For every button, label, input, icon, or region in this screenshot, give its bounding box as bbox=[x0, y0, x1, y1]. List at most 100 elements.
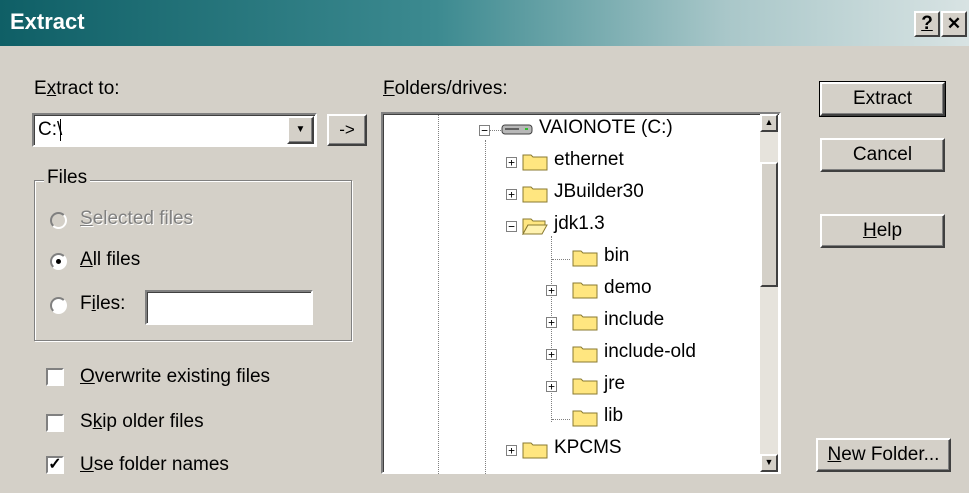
expand-icon[interactable]: + bbox=[546, 349, 557, 360]
label-mnemonic: k bbox=[92, 411, 103, 432]
label-part: se folder names bbox=[93, 454, 229, 475]
folder-icon bbox=[522, 442, 548, 459]
radio-dot bbox=[56, 259, 61, 264]
extract-button[interactable]: Extract bbox=[819, 81, 946, 117]
close-button[interactable]: ✕ bbox=[941, 11, 967, 37]
label-part: les: bbox=[95, 293, 126, 314]
tree-line bbox=[438, 112, 439, 474]
use-folder-names-checkbox[interactable]: ✓ bbox=[46, 456, 64, 474]
label-part: verwrite existing files bbox=[94, 366, 271, 387]
label-part: ew Folder... bbox=[841, 444, 940, 465]
selected-files-label[interactable]: Selected files bbox=[80, 208, 193, 230]
skip-older-label[interactable]: Skip older files bbox=[80, 411, 204, 433]
folder-tree-content: − VAIONOTE (C:) + ethernet + JBuilder30 … bbox=[383, 112, 783, 474]
expand-icon[interactable]: + bbox=[546, 381, 557, 392]
tree-node-label: JBuilder30 bbox=[554, 181, 644, 202]
label-mnemonic: O bbox=[80, 366, 95, 387]
folder-icon bbox=[572, 250, 598, 267]
folder-icon bbox=[572, 346, 598, 363]
chevron-down-icon: ▼ bbox=[295, 124, 306, 135]
label-mnemonic: F bbox=[383, 78, 395, 99]
all-files-label[interactable]: All files bbox=[80, 249, 140, 271]
help-button[interactable]: Help bbox=[820, 214, 945, 248]
arrow-go-button[interactable]: -> bbox=[327, 114, 367, 146]
folder-icon bbox=[572, 410, 598, 427]
label-mnemonic: x bbox=[46, 78, 57, 99]
cancel-button-label: Cancel bbox=[852, 144, 913, 165]
label-mnemonic: U bbox=[80, 454, 94, 475]
scroll-thumb[interactable] bbox=[760, 162, 778, 287]
drive-icon bbox=[501, 124, 533, 135]
arrow-up-icon: ▲ bbox=[764, 117, 774, 127]
folders-drives-label: Folders/drives: bbox=[383, 78, 508, 100]
arrow-down-icon: ▼ bbox=[764, 457, 774, 467]
expand-icon[interactable]: + bbox=[546, 317, 557, 328]
tree-line bbox=[552, 259, 570, 260]
all-files-radio[interactable] bbox=[50, 253, 67, 270]
window-title: Extract bbox=[10, 9, 85, 34]
label-part: F bbox=[80, 293, 92, 314]
extract-to-combobox[interactable]: C:\ ▼ bbox=[32, 113, 317, 147]
label-part: E bbox=[34, 78, 47, 99]
use-folder-names-label[interactable]: Use folder names bbox=[80, 454, 229, 476]
extract-button-label: Extract bbox=[852, 88, 913, 109]
tree-line bbox=[485, 140, 486, 474]
text-caret bbox=[60, 119, 61, 141]
files-group-title: Files bbox=[44, 167, 91, 189]
arrow-go-label: -> bbox=[339, 120, 355, 139]
files-pattern-label[interactable]: Files: bbox=[80, 293, 125, 315]
dropdown-button[interactable]: ▼ bbox=[287, 116, 314, 144]
scroll-up-button[interactable]: ▲ bbox=[760, 114, 778, 132]
tree-node-label: include bbox=[604, 309, 665, 330]
tree-node-label: include-old bbox=[604, 341, 696, 362]
question-icon: ? bbox=[921, 13, 933, 34]
tree-node-label: demo bbox=[604, 277, 652, 298]
expand-icon[interactable]: + bbox=[506, 189, 517, 200]
label-part: ip older files bbox=[102, 411, 204, 432]
extract-to-label: Extract to: bbox=[34, 78, 120, 100]
tree-line bbox=[552, 419, 570, 420]
label-part: olders/drives: bbox=[394, 78, 508, 99]
folder-icon bbox=[572, 378, 598, 395]
expand-icon[interactable]: + bbox=[506, 445, 517, 456]
tree-node-label: VAIONOTE (C:) bbox=[539, 117, 673, 138]
help-title-button[interactable]: ? bbox=[914, 11, 940, 37]
label-part: ll files bbox=[92, 249, 141, 270]
checkmark-icon: ✓ bbox=[48, 456, 62, 473]
scroll-down-button[interactable]: ▼ bbox=[760, 454, 778, 472]
new-folder-button[interactable]: New Folder... bbox=[816, 438, 951, 472]
folder-icon bbox=[572, 314, 598, 331]
label-mnemonic: S bbox=[80, 208, 93, 229]
folder-icon bbox=[522, 154, 548, 171]
overwrite-checkbox[interactable] bbox=[46, 368, 64, 386]
overwrite-label[interactable]: Overwrite existing files bbox=[80, 366, 270, 388]
label-mnemonic: H bbox=[862, 220, 877, 241]
label-part: S bbox=[80, 411, 93, 432]
title-bar[interactable]: Extract ? ✕ bbox=[0, 0, 969, 46]
folder-icon bbox=[522, 186, 548, 203]
close-icon: ✕ bbox=[946, 14, 962, 33]
files-pattern-input[interactable] bbox=[145, 290, 313, 325]
label-part: elected files bbox=[92, 208, 194, 229]
tree-node-label: jre bbox=[604, 373, 626, 394]
tree-node-label: lib bbox=[604, 405, 624, 426]
label-mnemonic: A bbox=[80, 249, 93, 270]
folder-open-icon bbox=[522, 218, 548, 235]
expand-icon[interactable]: + bbox=[546, 285, 557, 296]
tree-node-label: ethernet bbox=[554, 149, 624, 170]
tree-node-label: bin bbox=[604, 245, 630, 266]
extract-dialog: Extract ? ✕ Extract to: C:\ ▼ -> Files S… bbox=[0, 0, 969, 493]
label-mnemonic: N bbox=[827, 444, 842, 465]
selected-files-radio[interactable] bbox=[50, 212, 67, 229]
skip-older-checkbox[interactable] bbox=[46, 414, 64, 432]
collapse-icon[interactable]: − bbox=[479, 125, 490, 136]
collapse-icon[interactable]: − bbox=[506, 221, 517, 232]
cancel-button[interactable]: Cancel bbox=[820, 138, 945, 172]
files-pattern-radio[interactable] bbox=[50, 297, 67, 314]
tree-line bbox=[551, 236, 552, 422]
label-part: elp bbox=[876, 220, 903, 241]
expand-icon[interactable]: + bbox=[506, 157, 517, 168]
label-part: tract to: bbox=[56, 78, 120, 99]
extract-to-value[interactable]: C:\ bbox=[38, 119, 62, 141]
tree-scrollbar[interactable]: ▲ ▼ bbox=[760, 114, 778, 472]
